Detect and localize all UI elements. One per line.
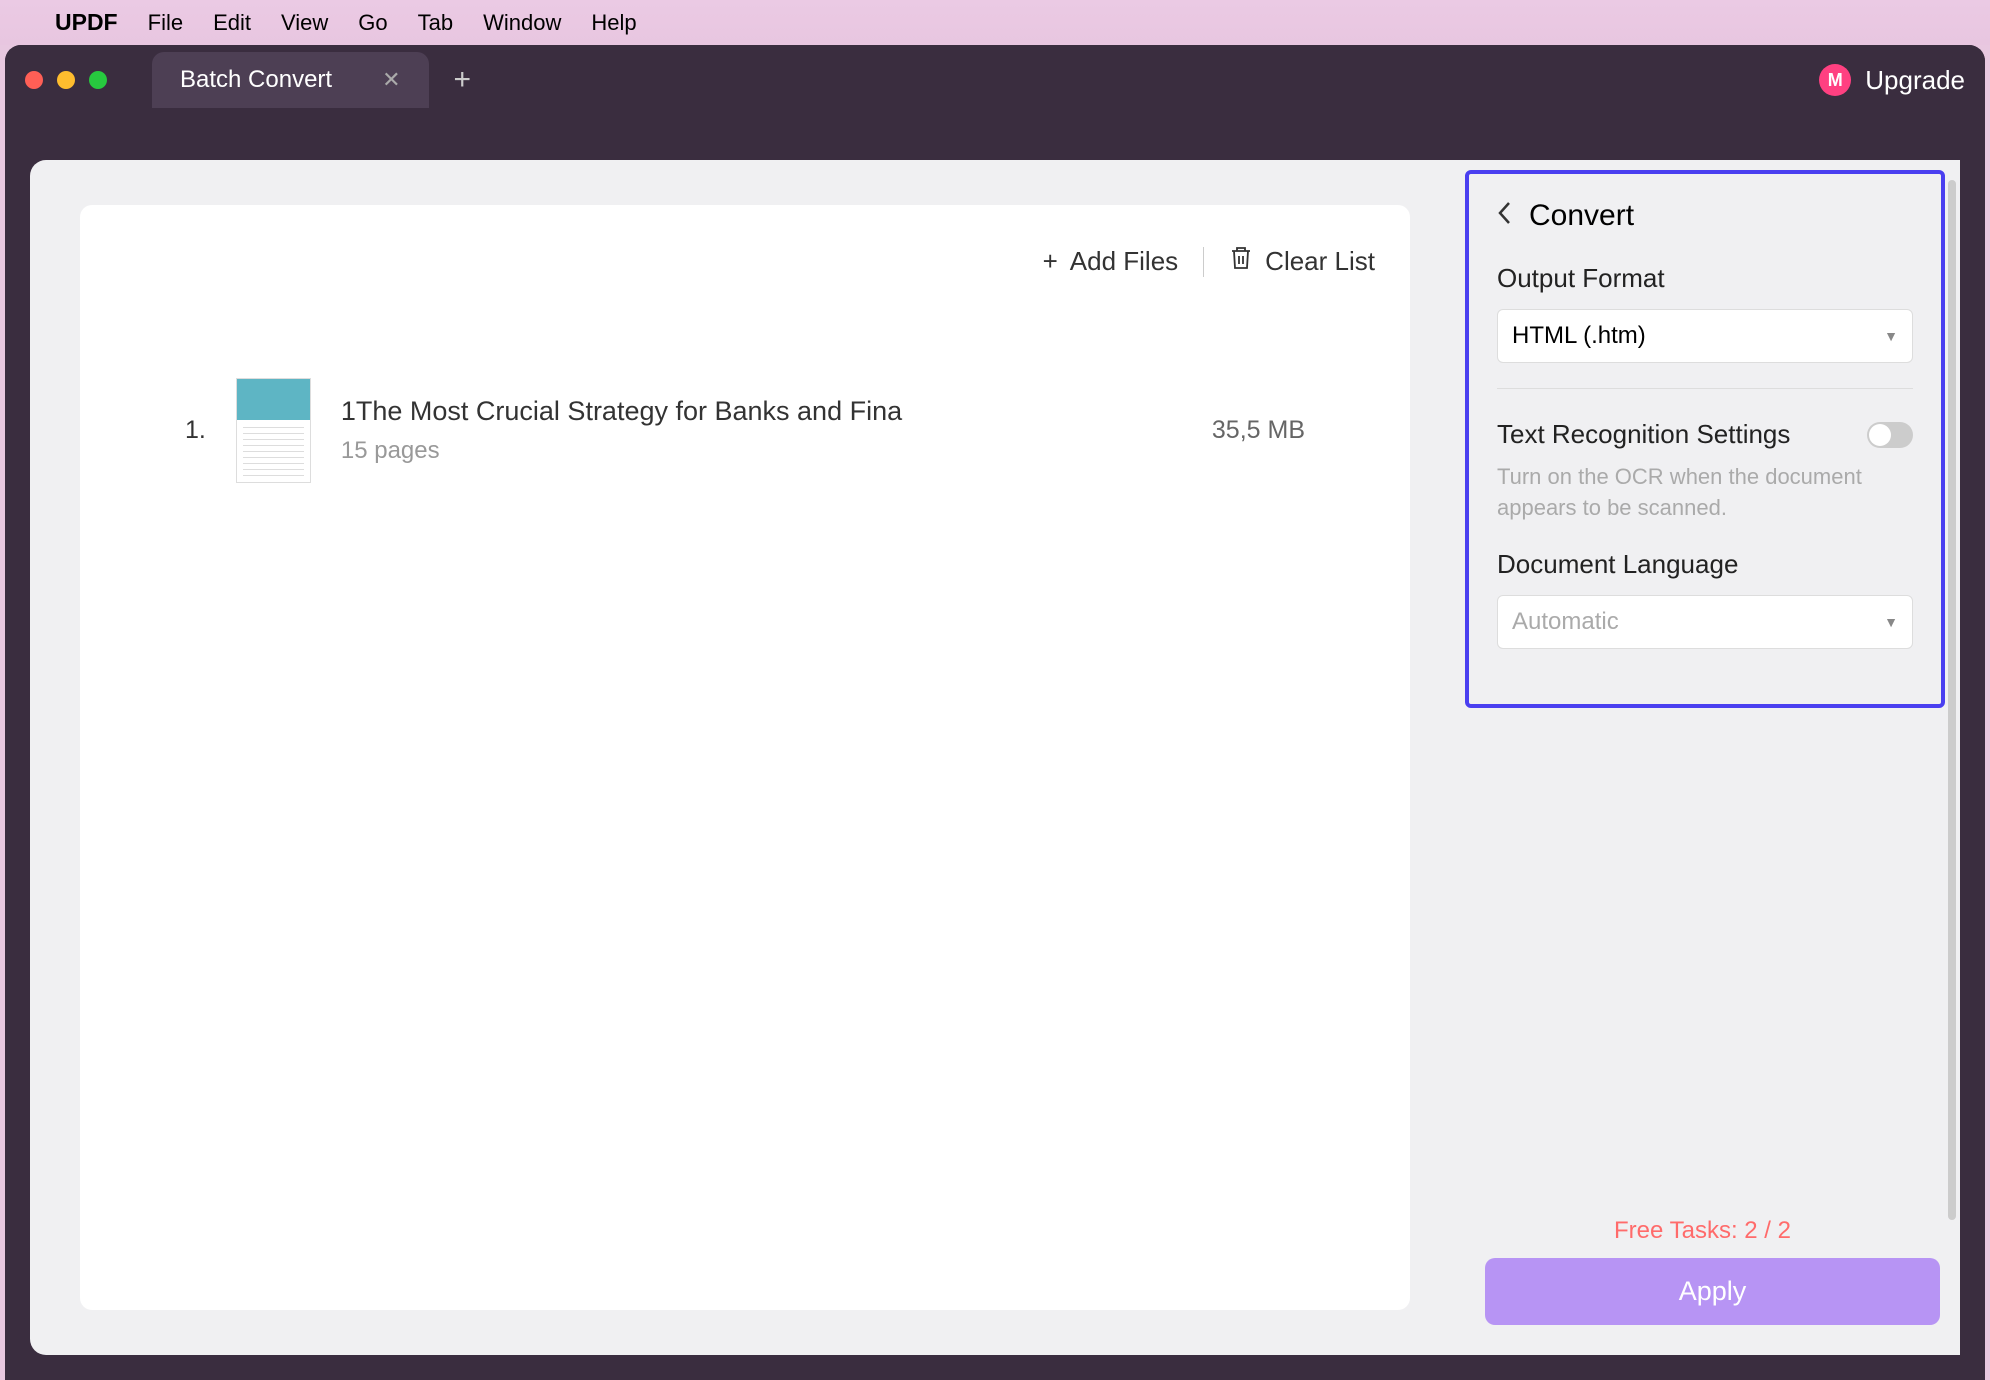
chevron-down-icon: ▼	[1884, 328, 1898, 344]
close-tab-icon[interactable]: ✕	[382, 67, 400, 93]
side-panel: Convert Output Format HTML (.htm) ▼ Text…	[1460, 160, 1960, 1355]
back-icon[interactable]	[1497, 200, 1511, 232]
tab-batch-convert[interactable]: Batch Convert ✕	[152, 52, 429, 108]
trash-icon	[1229, 245, 1253, 278]
file-item[interactable]: 1. 1The Most Crucial Strategy for Banks …	[115, 378, 1375, 483]
free-tasks-label: Free Tasks: 2 / 2	[1460, 1217, 1945, 1245]
file-thumbnail	[236, 378, 311, 483]
menu-go[interactable]: Go	[358, 10, 387, 36]
close-window-button[interactable]	[25, 71, 43, 89]
content-area: + Add Files Clear List	[30, 160, 1960, 1355]
menu-edit[interactable]: Edit	[213, 10, 251, 36]
ocr-toggle[interactable]	[1867, 422, 1913, 448]
add-files-button[interactable]: + Add Files	[1043, 246, 1179, 277]
convert-settings-box: Convert Output Format HTML (.htm) ▼ Text…	[1465, 170, 1945, 708]
ocr-row: Text Recognition Settings	[1497, 419, 1913, 450]
file-info: 1The Most Crucial Strategy for Banks and…	[341, 396, 1162, 465]
convert-title: Convert	[1529, 199, 1634, 233]
file-title: 1The Most Crucial Strategy for Banks and…	[341, 396, 1162, 427]
menu-view[interactable]: View	[281, 10, 328, 36]
tab-label: Batch Convert	[180, 66, 332, 94]
language-dropdown[interactable]: Automatic ▼	[1497, 595, 1913, 649]
main-panel: + Add Files Clear List	[30, 160, 1460, 1355]
title-bar: Batch Convert ✕ + M Upgrade	[5, 45, 1985, 115]
menu-window[interactable]: Window	[483, 10, 561, 36]
output-format-value: HTML (.htm)	[1512, 322, 1646, 350]
app-window: Batch Convert ✕ + M Upgrade + Add Files	[5, 45, 1985, 1380]
apply-button[interactable]: Apply	[1485, 1258, 1940, 1325]
output-format-label: Output Format	[1497, 263, 1913, 294]
app-name[interactable]: UPDF	[55, 9, 118, 36]
scrollbar[interactable]	[1948, 180, 1956, 1220]
chevron-down-icon: ▼	[1884, 614, 1898, 630]
avatar[interactable]: M	[1819, 64, 1851, 96]
file-size: 35,5 MB	[1212, 416, 1305, 445]
traffic-lights	[25, 71, 107, 89]
divider	[1497, 388, 1913, 389]
file-index: 1.	[185, 416, 206, 445]
clear-list-button[interactable]: Clear List	[1229, 245, 1375, 278]
menu-tab[interactable]: Tab	[418, 10, 453, 36]
ocr-label: Text Recognition Settings	[1497, 419, 1790, 450]
ocr-description: Turn on the OCR when the document appear…	[1497, 462, 1913, 524]
language-label: Document Language	[1497, 549, 1913, 580]
plus-icon: +	[1043, 246, 1058, 277]
maximize-window-button[interactable]	[89, 71, 107, 89]
menu-bar: UPDF File Edit View Go Tab Window Help	[0, 0, 1990, 45]
minimize-window-button[interactable]	[57, 71, 75, 89]
add-tab-button[interactable]: +	[454, 63, 472, 97]
clear-list-label: Clear List	[1265, 246, 1375, 277]
file-list: 1. 1The Most Crucial Strategy for Banks …	[115, 378, 1375, 483]
menu-file[interactable]: File	[148, 10, 183, 36]
file-panel: + Add Files Clear List	[80, 205, 1410, 1310]
output-format-dropdown[interactable]: HTML (.htm) ▼	[1497, 309, 1913, 363]
convert-header: Convert	[1497, 199, 1913, 233]
file-pages: 15 pages	[341, 437, 1162, 465]
language-value: Automatic	[1512, 608, 1619, 636]
upgrade-area: M Upgrade	[1819, 64, 1965, 96]
menu-help[interactable]: Help	[591, 10, 636, 36]
divider	[1203, 247, 1204, 277]
toolbar: + Add Files Clear List	[115, 245, 1375, 278]
upgrade-button[interactable]: Upgrade	[1865, 65, 1965, 96]
add-files-label: Add Files	[1070, 246, 1178, 277]
